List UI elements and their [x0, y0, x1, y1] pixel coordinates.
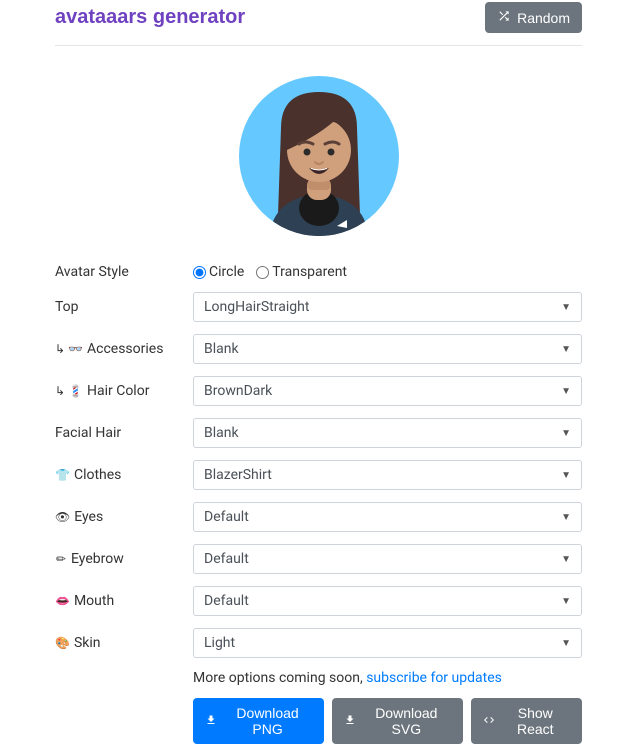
download-icon	[205, 713, 217, 729]
chevron-down-icon: ▼	[561, 302, 571, 313]
download-png-button[interactable]: Download PNG	[193, 698, 324, 744]
select-hair-color[interactable]: BrownDark ▼	[193, 376, 582, 406]
radio-circle-label: Circle	[209, 264, 244, 280]
row-accessories: ↳ 👓 Accessories Blank ▼	[55, 334, 582, 364]
chevron-down-icon: ▼	[561, 638, 571, 649]
select-mouth[interactable]: Default ▼	[193, 586, 582, 616]
select-value: LongHairStraight	[204, 299, 309, 315]
chevron-down-icon: ▼	[561, 512, 571, 523]
select-facial-hair[interactable]: Blank ▼	[193, 418, 582, 448]
chevron-down-icon: ▼	[561, 386, 571, 397]
random-button-label: Random	[517, 10, 570, 26]
label-text: Facial Hair	[55, 425, 121, 441]
select-clothes[interactable]: BlazerShirt ▼	[193, 460, 582, 490]
select-value: BrownDark	[204, 383, 272, 399]
subscribe-link[interactable]: subscribe for updates	[366, 670, 502, 686]
download-icon	[344, 713, 356, 729]
label-text: Eyebrow	[71, 551, 124, 567]
shuffle-icon	[497, 9, 511, 26]
select-skin[interactable]: Light ▼	[193, 628, 582, 658]
footer-note-text: More options coming soon,	[193, 670, 366, 686]
select-value: Default	[204, 593, 249, 609]
row-top: Top LongHairStraight ▼	[55, 292, 582, 322]
row-eyebrow: ✏ Eyebrow Default ▼	[55, 544, 582, 574]
footer-note: More options coming soon, subscribe for …	[193, 670, 582, 686]
eyebrow-icon: ✏	[55, 552, 67, 566]
download-svg-button[interactable]: Download SVG	[332, 698, 462, 744]
radio-transparent-input[interactable]	[256, 266, 269, 279]
chevron-down-icon: ▼	[561, 554, 571, 565]
select-eyebrow[interactable]: Default ▼	[193, 544, 582, 574]
select-value: Default	[204, 551, 249, 567]
label-eyes: 👁 Eyes	[55, 509, 193, 525]
select-accessories[interactable]: Blank ▼	[193, 334, 582, 364]
row-avatar-style: Avatar Style Circle Transparent	[55, 264, 582, 280]
label-accessories: ↳ 👓 Accessories	[55, 341, 193, 357]
label-text: Hair Color	[87, 383, 149, 399]
row-mouth: 👄 Mouth Default ▼	[55, 586, 582, 616]
label-text: Top	[55, 299, 79, 315]
row-skin: 🎨 Skin Light ▼	[55, 628, 582, 658]
label-text: Mouth	[74, 593, 114, 609]
label-clothes: 👕 Clothes	[55, 467, 193, 483]
label-text: Clothes	[74, 467, 121, 483]
chevron-down-icon: ▼	[561, 344, 571, 355]
download-svg-label: Download SVG	[362, 705, 450, 737]
chevron-down-icon: ▼	[561, 596, 571, 607]
page-title: avataaars generator	[55, 6, 245, 29]
label-text: Eyes	[74, 509, 103, 525]
download-png-label: Download PNG	[223, 705, 312, 737]
radio-circle-input[interactable]	[193, 266, 206, 279]
chevron-down-icon: ▼	[561, 428, 571, 439]
radio-transparent[interactable]: Transparent	[256, 264, 347, 280]
avatar-image	[239, 68, 399, 244]
button-row: Download PNG Download SVG Show React	[193, 698, 582, 744]
select-value: Blank	[204, 341, 239, 357]
row-clothes: 👕 Clothes BlazerShirt ▼	[55, 460, 582, 490]
label-skin: 🎨 Skin	[55, 635, 193, 651]
clothes-icon: 👕	[55, 468, 70, 482]
skin-icon: 🎨	[55, 636, 70, 650]
label-hair-color: ↳ 💈 Hair Color	[55, 383, 193, 399]
hair-color-icon: ↳ 💈	[55, 384, 83, 398]
random-button[interactable]: Random	[485, 2, 582, 33]
row-facial-hair: Facial Hair Blank ▼	[55, 418, 582, 448]
label-text: Skin	[74, 635, 101, 651]
select-value: BlazerShirt	[204, 467, 272, 483]
label-facial-hair: Facial Hair	[55, 425, 193, 441]
label-top: Top	[55, 299, 193, 315]
eyes-icon: 👁	[55, 510, 70, 524]
show-react-label: Show React	[501, 705, 570, 737]
select-top[interactable]: LongHairStraight ▼	[193, 292, 582, 322]
row-hair-color: ↳ 💈 Hair Color BrownDark ▼	[55, 376, 582, 406]
label-avatar-style: Avatar Style	[55, 264, 193, 280]
code-icon	[483, 713, 495, 729]
accessories-icon: ↳ 👓	[55, 342, 83, 356]
chevron-down-icon: ▼	[561, 470, 571, 481]
mouth-icon: 👄	[55, 594, 70, 608]
header: avataaars generator Random	[55, 0, 582, 46]
avatar-style-radios: Circle Transparent	[193, 264, 582, 280]
label-eyebrow: ✏ Eyebrow	[55, 551, 193, 567]
avatar-preview	[55, 68, 582, 244]
show-react-button[interactable]: Show React	[471, 698, 582, 744]
radio-circle[interactable]: Circle	[193, 264, 244, 280]
row-eyes: 👁 Eyes Default ▼	[55, 502, 582, 532]
radio-transparent-label: Transparent	[272, 264, 347, 280]
select-value: Light	[204, 635, 235, 651]
label-text: Accessories	[87, 341, 163, 357]
label-mouth: 👄 Mouth	[55, 593, 193, 609]
select-value: Blank	[204, 425, 239, 441]
select-eyes[interactable]: Default ▼	[193, 502, 582, 532]
select-value: Default	[204, 509, 249, 525]
